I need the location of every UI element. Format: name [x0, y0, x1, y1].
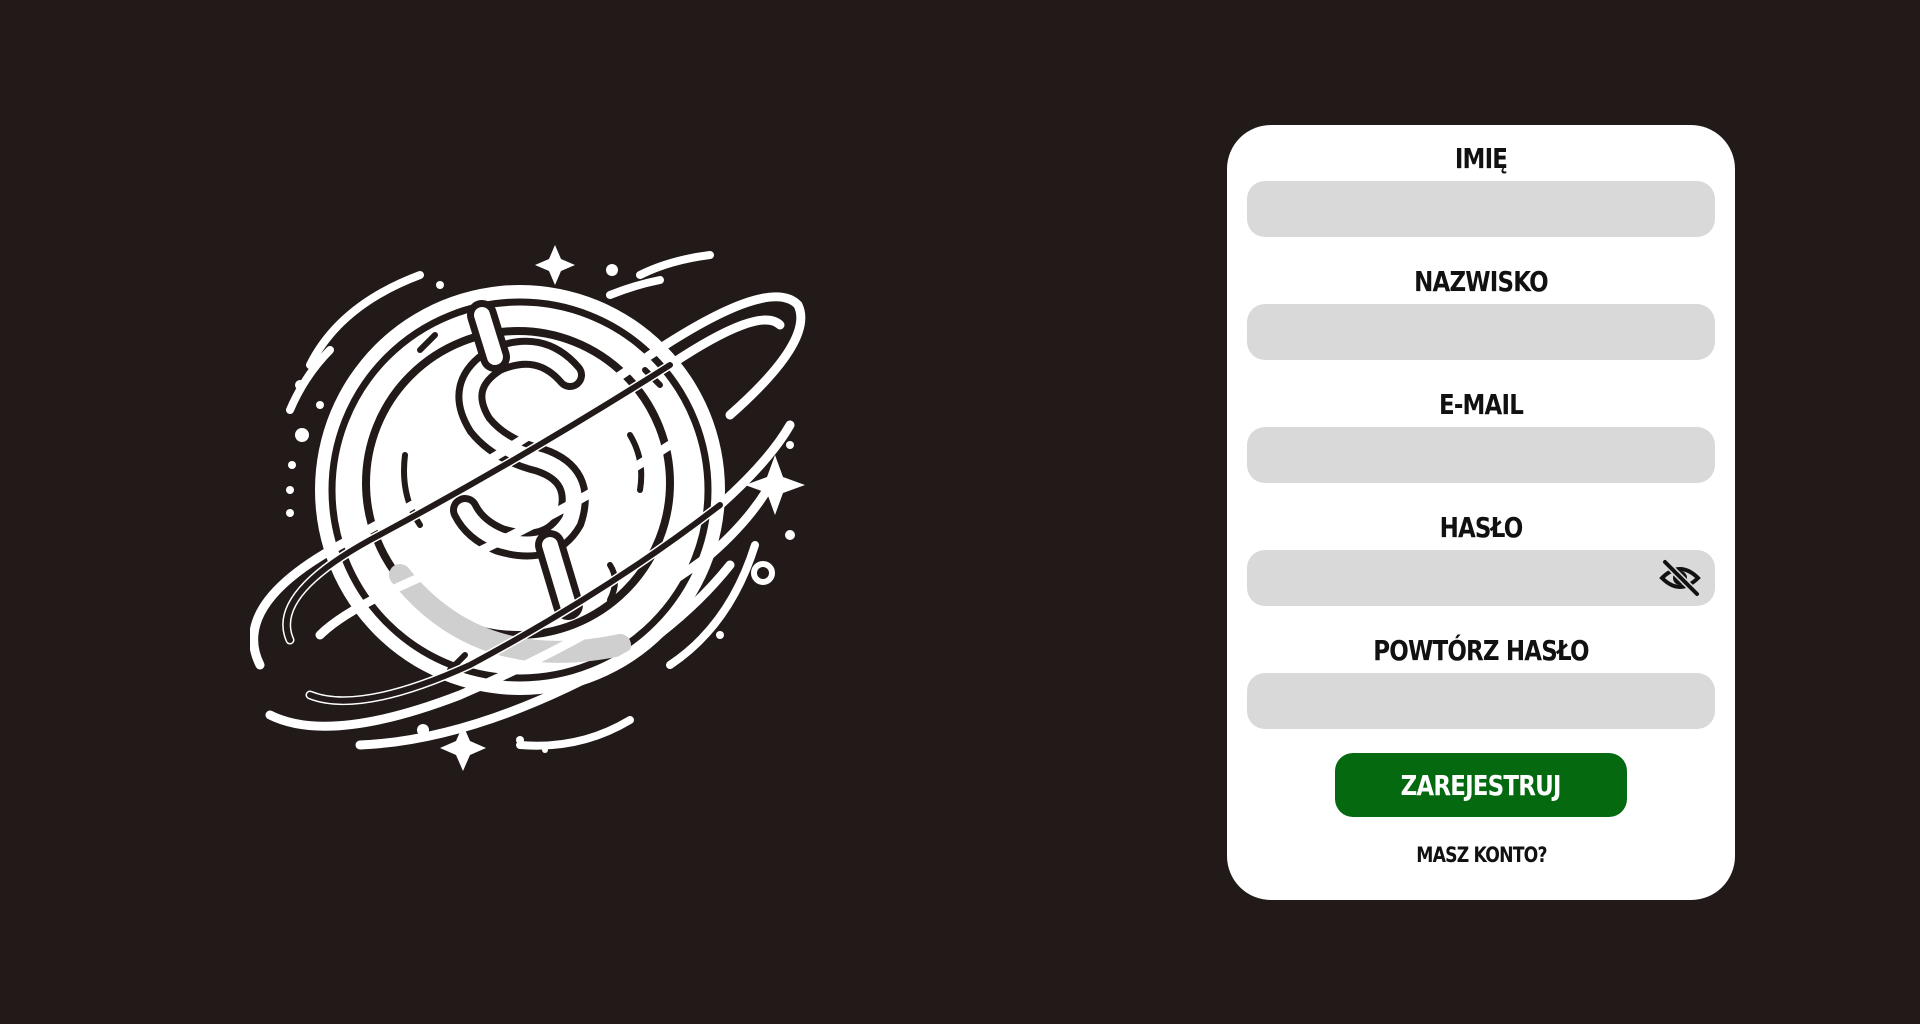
- first-name-field: IMIĘ: [1247, 139, 1715, 237]
- eye-slash-icon[interactable]: [1659, 558, 1701, 598]
- password-field: HASŁO: [1247, 508, 1715, 606]
- registration-form: IMIĘ NAZWISKO E-MAIL HASŁO POWTÓRZ HASŁO…: [1227, 125, 1735, 900]
- email-label: E-MAIL: [1438, 388, 1524, 421]
- repeat-password-field: POWTÓRZ HASŁO: [1247, 631, 1715, 729]
- password-input[interactable]: [1247, 550, 1715, 606]
- last-name-label: NAZWISKO: [1414, 265, 1549, 298]
- repeat-password-label: POWTÓRZ HASŁO: [1373, 634, 1589, 667]
- last-name-field: NAZWISKO: [1247, 262, 1715, 360]
- password-input-wrap: [1247, 550, 1715, 606]
- email-input[interactable]: [1247, 427, 1715, 483]
- email-field: E-MAIL: [1247, 385, 1715, 483]
- password-label: HASŁO: [1439, 511, 1524, 544]
- last-name-input[interactable]: [1247, 304, 1715, 360]
- registration-page: IMIĘ NAZWISKO E-MAIL HASŁO POWTÓRZ HASŁO…: [0, 0, 1920, 1024]
- have-account-link-label: MASZ KONTO?: [1415, 843, 1547, 867]
- register-button-label: ZAREJESTRUJ: [1400, 768, 1562, 802]
- planet-coin-logo: [250, 245, 806, 771]
- have-account-link[interactable]: MASZ KONTO?: [1227, 843, 1735, 867]
- register-button[interactable]: ZAREJESTRUJ: [1335, 753, 1627, 817]
- first-name-input-wrap: [1247, 181, 1715, 237]
- first-name-input[interactable]: [1247, 181, 1715, 237]
- email-input-wrap: [1247, 427, 1715, 483]
- repeat-password-input-wrap: [1247, 673, 1715, 729]
- last-name-input-wrap: [1247, 304, 1715, 360]
- first-name-label: IMIĘ: [1454, 142, 1508, 175]
- repeat-password-input[interactable]: [1247, 673, 1715, 729]
